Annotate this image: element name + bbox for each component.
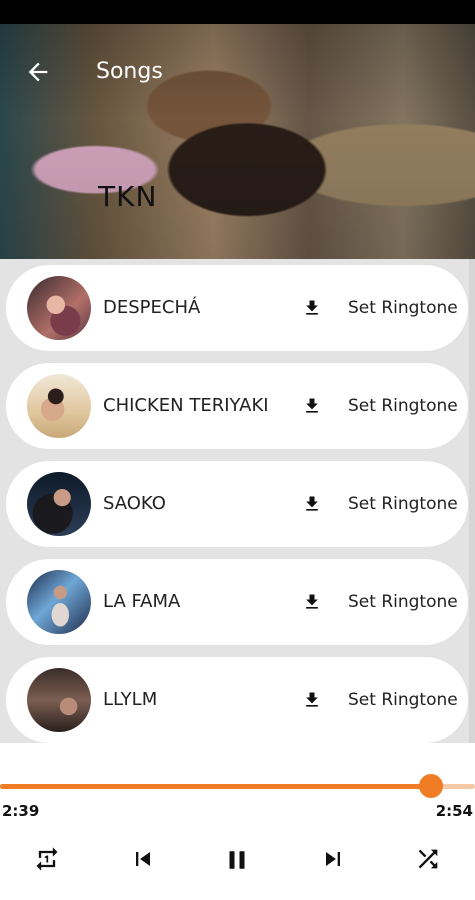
song-title: LA FAMA	[103, 591, 181, 612]
status-bar	[0, 0, 475, 24]
download-button[interactable]	[302, 396, 322, 416]
repeat-button[interactable]	[33, 845, 61, 873]
download-icon	[306, 594, 318, 609]
player-controls: 2:39 2:54	[0, 743, 475, 900]
repeat-icon	[36, 847, 58, 871]
pause-button[interactable]	[222, 845, 250, 873]
song-title: LLYLM	[103, 689, 158, 710]
set-ringtone-button[interactable]: Set Ringtone	[348, 363, 458, 449]
list-item[interactable]: LA FAMA Set Ringtone	[6, 559, 468, 645]
list-item[interactable]: DESPECHÁ Set Ringtone	[6, 265, 468, 351]
banner-image	[0, 24, 475, 259]
download-button[interactable]	[302, 494, 322, 514]
set-ringtone-button[interactable]: Set Ringtone	[348, 559, 458, 645]
song-title: SAOKO	[103, 493, 166, 514]
song-thumbnail	[27, 472, 91, 536]
download-button[interactable]	[302, 690, 322, 710]
song-thumbnail	[27, 570, 91, 634]
previous-button[interactable]	[129, 845, 157, 873]
header-banner: Songs TKN	[0, 24, 475, 259]
download-button[interactable]	[302, 592, 322, 612]
set-ringtone-button[interactable]: Set Ringtone	[348, 461, 458, 547]
back-arrow-icon	[28, 62, 48, 82]
skip-next-icon	[326, 852, 340, 866]
download-icon	[306, 496, 318, 511]
song-thumbnail	[27, 668, 91, 732]
seek-bar-progress	[0, 784, 432, 789]
duration: 2:54	[435, 802, 473, 820]
back-button[interactable]	[24, 58, 52, 86]
skip-previous-icon	[136, 852, 150, 866]
song-list[interactable]: DESPECHÁ Set Ringtone CHICKEN TERIYAKI S…	[0, 259, 475, 743]
shuffle-button[interactable]	[414, 845, 442, 873]
next-button[interactable]	[319, 845, 347, 873]
page-title: Songs	[96, 59, 163, 84]
pause-icon	[229, 851, 245, 869]
song-title: DESPECHÁ	[103, 297, 201, 318]
download-icon	[306, 300, 318, 315]
set-ringtone-button[interactable]: Set Ringtone	[348, 265, 458, 351]
list-item[interactable]: SAOKO Set Ringtone	[6, 461, 468, 547]
list-item[interactable]: LLYLM Set Ringtone	[6, 657, 468, 743]
artist-name: TKN	[98, 180, 158, 213]
song-thumbnail	[27, 374, 91, 438]
shuffle-icon	[418, 849, 438, 869]
download-icon	[306, 692, 318, 707]
seek-bar[interactable]	[0, 774, 475, 798]
current-time: 2:39	[2, 802, 40, 820]
download-icon	[306, 398, 318, 413]
seek-bar-handle[interactable]	[419, 774, 444, 798]
song-title: CHICKEN TERIYAKI	[103, 395, 269, 416]
set-ringtone-button[interactable]: Set Ringtone	[348, 657, 458, 743]
download-button[interactable]	[302, 298, 322, 318]
song-thumbnail	[27, 276, 91, 340]
list-item[interactable]: CHICKEN TERIYAKI Set Ringtone	[6, 363, 468, 449]
